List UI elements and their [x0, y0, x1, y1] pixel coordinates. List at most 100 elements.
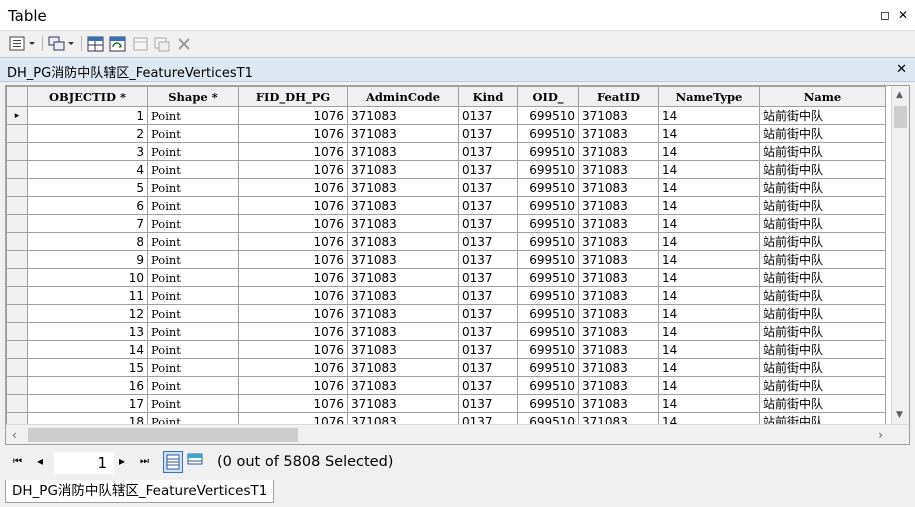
table-cell[interactable]: 371083 [578, 376, 659, 395]
table-cell[interactable]: 1076 [238, 322, 348, 341]
table-cell[interactable]: 371083 [578, 106, 659, 125]
table-cell[interactable]: 371083 [347, 376, 459, 395]
select-by-attributes-button[interactable] [87, 34, 105, 53]
table-cell[interactable]: 14 [658, 250, 760, 269]
table-cell[interactable]: 699510 [517, 160, 579, 179]
table-cell[interactable]: 0137 [458, 268, 518, 287]
related-tables-button[interactable] [47, 34, 77, 53]
column-header[interactable]: NameType [658, 86, 760, 107]
table-cell[interactable]: 站前街中队 [759, 196, 886, 215]
show-all-records-button[interactable] [163, 451, 183, 473]
table-cell[interactable]: 699510 [517, 376, 579, 395]
table-cell[interactable]: 0137 [458, 142, 518, 161]
table-cell[interactable]: 371083 [578, 268, 659, 287]
restore-button[interactable]: ◻ [880, 9, 890, 21]
vertical-scroll-thumb[interactable] [894, 106, 907, 128]
table-row[interactable]: 4 Point 1076 371083 0137 699510 371083 14 站前街中队 [6, 160, 886, 179]
row-selector[interactable] [6, 142, 28, 161]
table-cell[interactable]: Point [147, 142, 239, 161]
table-cell[interactable]: 699510 [517, 286, 579, 305]
table-cell[interactable]: 371083 [578, 394, 659, 413]
table-row[interactable]: 13 Point 1076 371083 0137 699510 371083 14 站前街中队 [6, 322, 886, 341]
table-cell[interactable]: 7 [27, 214, 148, 233]
table-tab[interactable]: DH_PG消防中队辖区_FeatureVerticesT1 [5, 480, 275, 503]
table-cell[interactable]: 371083 [578, 304, 659, 323]
table-row[interactable]: 2 Point 1076 371083 0137 699510 371083 14 站前街中队 [6, 124, 886, 143]
table-cell[interactable]: 371083 [578, 196, 659, 215]
row-selector[interactable] [6, 358, 28, 377]
vertical-scrollbar[interactable]: ▲ ▼ [891, 86, 909, 424]
column-header[interactable]: OID_ [517, 86, 579, 107]
table-cell[interactable]: 0137 [458, 196, 518, 215]
scroll-down-arrow[interactable]: ▼ [896, 410, 903, 420]
table-cell[interactable]: 371083 [347, 214, 459, 233]
table-cell[interactable]: 371083 [347, 196, 459, 215]
table-cell[interactable]: Point [147, 322, 239, 341]
table-cell[interactable]: 1 [27, 106, 148, 125]
table-cell[interactable]: 699510 [517, 394, 579, 413]
table-cell[interactable]: 699510 [517, 196, 579, 215]
table-cell[interactable]: 11 [27, 286, 148, 305]
table-cell[interactable]: 2 [27, 124, 148, 143]
table-cell[interactable]: 0137 [458, 106, 518, 125]
table-cell[interactable]: 371083 [347, 304, 459, 323]
table-cell[interactable]: 0137 [458, 376, 518, 395]
table-cell[interactable]: 1076 [238, 178, 348, 197]
table-cell[interactable]: Point [147, 250, 239, 269]
table-cell[interactable]: 699510 [517, 340, 579, 359]
table-cell[interactable]: 699510 [517, 178, 579, 197]
table-cell[interactable]: 0137 [458, 178, 518, 197]
table-cell[interactable]: 1076 [238, 196, 348, 215]
row-selector-header[interactable] [6, 86, 28, 107]
table-cell[interactable]: Point [147, 394, 239, 413]
column-header[interactable]: Shape * [147, 86, 239, 107]
table-cell[interactable]: Point [147, 304, 239, 323]
table-row[interactable]: 12 Point 1076 371083 0137 699510 371083 14 站前街中队 [6, 304, 886, 323]
table-cell[interactable]: 17 [27, 394, 148, 413]
table-cell[interactable]: 371083 [347, 340, 459, 359]
table-cell[interactable]: Point [147, 160, 239, 179]
table-cell[interactable]: 站前街中队 [759, 124, 886, 143]
row-selector[interactable] [6, 286, 28, 305]
table-options-button[interactable] [8, 34, 38, 53]
table-cell[interactable]: 站前街中队 [759, 106, 886, 125]
horizontal-scroll-thumb[interactable] [28, 428, 298, 442]
row-selector[interactable] [6, 394, 28, 413]
table-cell[interactable]: 371083 [347, 358, 459, 377]
table-cell[interactable]: 699510 [517, 106, 579, 125]
table-cell[interactable]: 14 [658, 178, 760, 197]
table-cell[interactable]: 1076 [238, 160, 348, 179]
table-cell[interactable]: 站前街中队 [759, 178, 886, 197]
table-cell[interactable]: 371083 [347, 124, 459, 143]
table-cell[interactable]: 371083 [578, 358, 659, 377]
table-cell[interactable]: 站前街中队 [759, 358, 886, 377]
table-cell[interactable]: 0137 [458, 160, 518, 179]
table-row[interactable]: 14 Point 1076 371083 0137 699510 371083 14 站前街中队 [6, 340, 886, 359]
table-cell[interactable]: 0137 [458, 214, 518, 233]
previous-record-button[interactable]: ◂ [37, 454, 43, 468]
column-header[interactable]: AdminCode [347, 86, 459, 107]
table-cell[interactable]: 699510 [517, 142, 579, 161]
table-cell[interactable]: 14 [27, 340, 148, 359]
close-tab-button[interactable]: ✕ [896, 62, 907, 77]
table-cell[interactable]: 371083 [578, 232, 659, 251]
table-cell[interactable]: 0137 [458, 286, 518, 305]
table-cell[interactable]: 14 [658, 268, 760, 287]
table-cell[interactable]: 371083 [347, 232, 459, 251]
table-cell[interactable]: 699510 [517, 322, 579, 341]
table-cell[interactable]: 1076 [238, 232, 348, 251]
table-cell[interactable]: 3 [27, 142, 148, 161]
switch-selection-button[interactable] [109, 34, 127, 53]
scroll-right-arrow[interactable]: › [878, 428, 883, 442]
table-cell[interactable]: 0137 [458, 304, 518, 323]
table-cell[interactable]: 1076 [238, 214, 348, 233]
table-cell[interactable]: 699510 [517, 268, 579, 287]
show-selected-records-button[interactable] [186, 451, 206, 473]
table-cell[interactable]: Point [147, 214, 239, 233]
table-row[interactable]: 16 Point 1076 371083 0137 699510 371083 14 站前街中队 [6, 376, 886, 395]
table-cell[interactable]: 1076 [238, 286, 348, 305]
table-cell[interactable]: 6 [27, 196, 148, 215]
table-cell[interactable]: 371083 [347, 142, 459, 161]
table-cell[interactable]: 371083 [578, 178, 659, 197]
table-cell[interactable]: 站前街中队 [759, 304, 886, 323]
